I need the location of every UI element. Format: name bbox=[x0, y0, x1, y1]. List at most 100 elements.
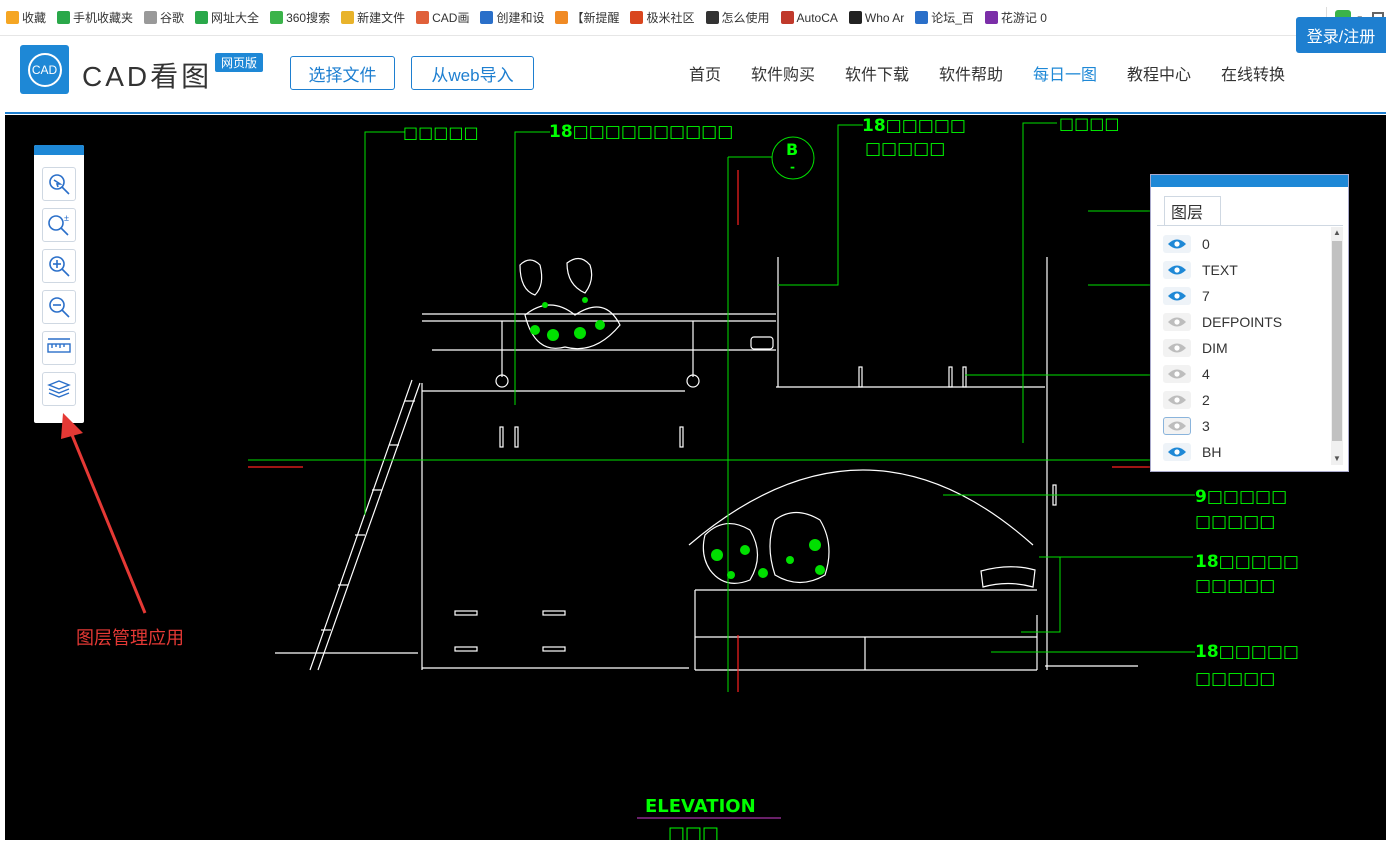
select-file-button[interactable]: 选择文件 bbox=[290, 56, 395, 90]
page-icon bbox=[144, 11, 158, 24]
favorite-item[interactable]: 收藏 bbox=[6, 9, 46, 26]
eye-off-icon[interactable] bbox=[1163, 417, 1191, 435]
label-right-1a: 9□□□□□ bbox=[1195, 487, 1287, 507]
favorite-item[interactable]: 手机收藏夹 bbox=[57, 9, 133, 26]
nav-help[interactable]: 软件帮助 bbox=[939, 61, 1003, 85]
locate-icon[interactable] bbox=[42, 167, 76, 201]
measure-icon[interactable] bbox=[42, 331, 76, 365]
layer-row[interactable]: 2 bbox=[1163, 387, 1329, 413]
star-icon bbox=[6, 11, 19, 24]
eye-icon[interactable] bbox=[1163, 443, 1191, 461]
drawing-red-lines bbox=[248, 170, 1155, 692]
favorite-item[interactable]: 极米社区 bbox=[630, 9, 695, 26]
annotation-arrow bbox=[61, 413, 147, 614]
zoom-in-icon[interactable] bbox=[42, 249, 76, 283]
cad-logo-icon[interactable]: CAD bbox=[20, 45, 69, 94]
layer-row[interactable]: DIM bbox=[1163, 335, 1329, 361]
nav-daily-drawing[interactable]: 每日一图 bbox=[1033, 61, 1097, 85]
x-icon bbox=[630, 11, 644, 24]
favorite-label: 网址大全 bbox=[211, 11, 260, 25]
elevation-subtitle: □□□ bbox=[668, 823, 719, 840]
favorite-item[interactable]: 【新提醒 bbox=[555, 9, 619, 26]
search-circle-icon bbox=[270, 11, 284, 24]
plus-box-icon bbox=[705, 11, 719, 24]
tool-palette-header[interactable] bbox=[34, 145, 84, 155]
section-mark-sub: - bbox=[790, 160, 795, 174]
layers-icon[interactable] bbox=[42, 372, 76, 406]
logo-mark-text: CAD bbox=[27, 52, 62, 87]
favorite-item[interactable]: 论坛_百 bbox=[915, 9, 974, 26]
status-strip bbox=[0, 840, 1386, 854]
scroll-down-icon[interactable]: ▼ bbox=[1331, 453, 1343, 465]
favorite-item[interactable]: 怎么使用 bbox=[705, 9, 770, 26]
scroll-up-icon[interactable]: ▲ bbox=[1331, 227, 1343, 239]
favorite-item[interactable]: 创建和设 bbox=[480, 9, 544, 26]
favorite-item[interactable]: Who Ar bbox=[848, 10, 905, 25]
layer-panel-header[interactable] bbox=[1151, 175, 1348, 187]
tab-layers[interactable]: 图层 bbox=[1164, 196, 1221, 226]
label-top-center: 18□□□□□□□□□□ bbox=[549, 122, 733, 142]
favorite-label: 手机收藏夹 bbox=[73, 11, 134, 25]
favorite-label: CAD画 bbox=[432, 11, 470, 25]
login-register-button[interactable]: 登录/注册 bbox=[1296, 17, 1386, 53]
layer-row[interactable]: 3 bbox=[1163, 413, 1329, 439]
layer-row[interactable]: 7 bbox=[1163, 283, 1329, 309]
web-version-badge: 网页版 bbox=[215, 53, 264, 72]
eye-off-icon[interactable] bbox=[1163, 339, 1191, 357]
label-top-right-1: 18□□□□□ bbox=[862, 116, 966, 136]
nav-online-convert[interactable]: 在线转换 bbox=[1221, 61, 1285, 85]
layer-name: BH bbox=[1202, 444, 1222, 460]
layer-name: TEXT bbox=[1202, 262, 1238, 278]
svg-text:±: ± bbox=[64, 213, 69, 223]
logo-text[interactable]: CAD看图 bbox=[82, 55, 212, 95]
favorite-item[interactable]: 谷歌 bbox=[144, 9, 184, 26]
layer-name: 0 bbox=[1202, 236, 1210, 252]
layer-list-scrollbar[interactable]: ▲ ▼ bbox=[1331, 227, 1343, 465]
layer-row[interactable]: BH bbox=[1163, 439, 1329, 465]
eye-off-icon[interactable] bbox=[1163, 313, 1191, 331]
eye-icon[interactable] bbox=[1163, 261, 1191, 279]
layer-row[interactable]: 4 bbox=[1163, 361, 1329, 387]
label-right-2a: 18□□□□□ bbox=[1195, 552, 1299, 572]
layer-row[interactable]: 0 bbox=[1163, 231, 1329, 257]
favorite-item[interactable]: 新建文件 bbox=[341, 9, 405, 26]
elevation-title: ELEVATION bbox=[645, 796, 756, 817]
favorite-item[interactable]: 花游记 0 bbox=[984, 9, 1047, 26]
eye-icon[interactable] bbox=[1163, 235, 1191, 253]
layer-row[interactable]: TEXT bbox=[1163, 257, 1329, 283]
favorite-label: 收藏 bbox=[22, 11, 47, 25]
favorites-bar: 收藏 手机收藏夹 谷歌 网址大全 360搜索 新建文件 CAD画 创建和设 【新提醒 极米社区 怎么… bbox=[0, 0, 1386, 36]
favorite-item[interactable]: AutoCA bbox=[780, 10, 838, 25]
favorite-label: 【新提醒 bbox=[571, 11, 620, 25]
layer-name: 2 bbox=[1202, 392, 1210, 408]
favorite-item[interactable]: 360搜索 bbox=[270, 9, 330, 26]
scroll-thumb[interactable] bbox=[1332, 241, 1342, 441]
layer-list: 0 TEXT 7 DEFPOINTS DIM 4 2 3 BH bbox=[1163, 231, 1329, 465]
label-top-left: □□□□□ bbox=[403, 123, 479, 142]
eye-off-icon[interactable] bbox=[1163, 365, 1191, 383]
swirl-icon bbox=[555, 11, 569, 24]
favorite-label: 创建和设 bbox=[496, 11, 545, 25]
label-right-1b: □□□□□ bbox=[1195, 512, 1275, 532]
site-header: CAD CAD看图 网页版 选择文件 从web导入 首页 软件购买 软件下载 软… bbox=[5, 37, 1386, 114]
nav-tutorials[interactable]: 教程中心 bbox=[1127, 61, 1191, 85]
favorite-label: Who Ar bbox=[864, 10, 905, 25]
nav-home[interactable]: 首页 bbox=[689, 61, 721, 85]
import-web-button[interactable]: 从web导入 bbox=[411, 56, 534, 90]
nav-download[interactable]: 软件下载 bbox=[845, 61, 909, 85]
zoom-out-icon[interactable] bbox=[42, 290, 76, 324]
favorite-item[interactable]: 网址大全 bbox=[195, 9, 259, 26]
tab-divider bbox=[1157, 225, 1343, 226]
layer-row[interactable]: DEFPOINTS bbox=[1163, 309, 1329, 335]
eye-icon[interactable] bbox=[1163, 287, 1191, 305]
label-right-2b: □□□□□ bbox=[1195, 576, 1275, 596]
favorite-label: 谷歌 bbox=[160, 11, 185, 25]
section-mark-label: B bbox=[786, 140, 798, 159]
eye-off-icon[interactable] bbox=[1163, 391, 1191, 409]
nav-purchase[interactable]: 软件购买 bbox=[751, 61, 815, 85]
favorite-label: 极米社区 bbox=[646, 11, 695, 25]
favorite-label: AutoCA bbox=[796, 10, 838, 25]
zoom-extents-icon[interactable]: ± bbox=[42, 208, 76, 242]
drawing-green-fills bbox=[530, 297, 825, 579]
favorite-item[interactable]: CAD画 bbox=[416, 9, 469, 26]
